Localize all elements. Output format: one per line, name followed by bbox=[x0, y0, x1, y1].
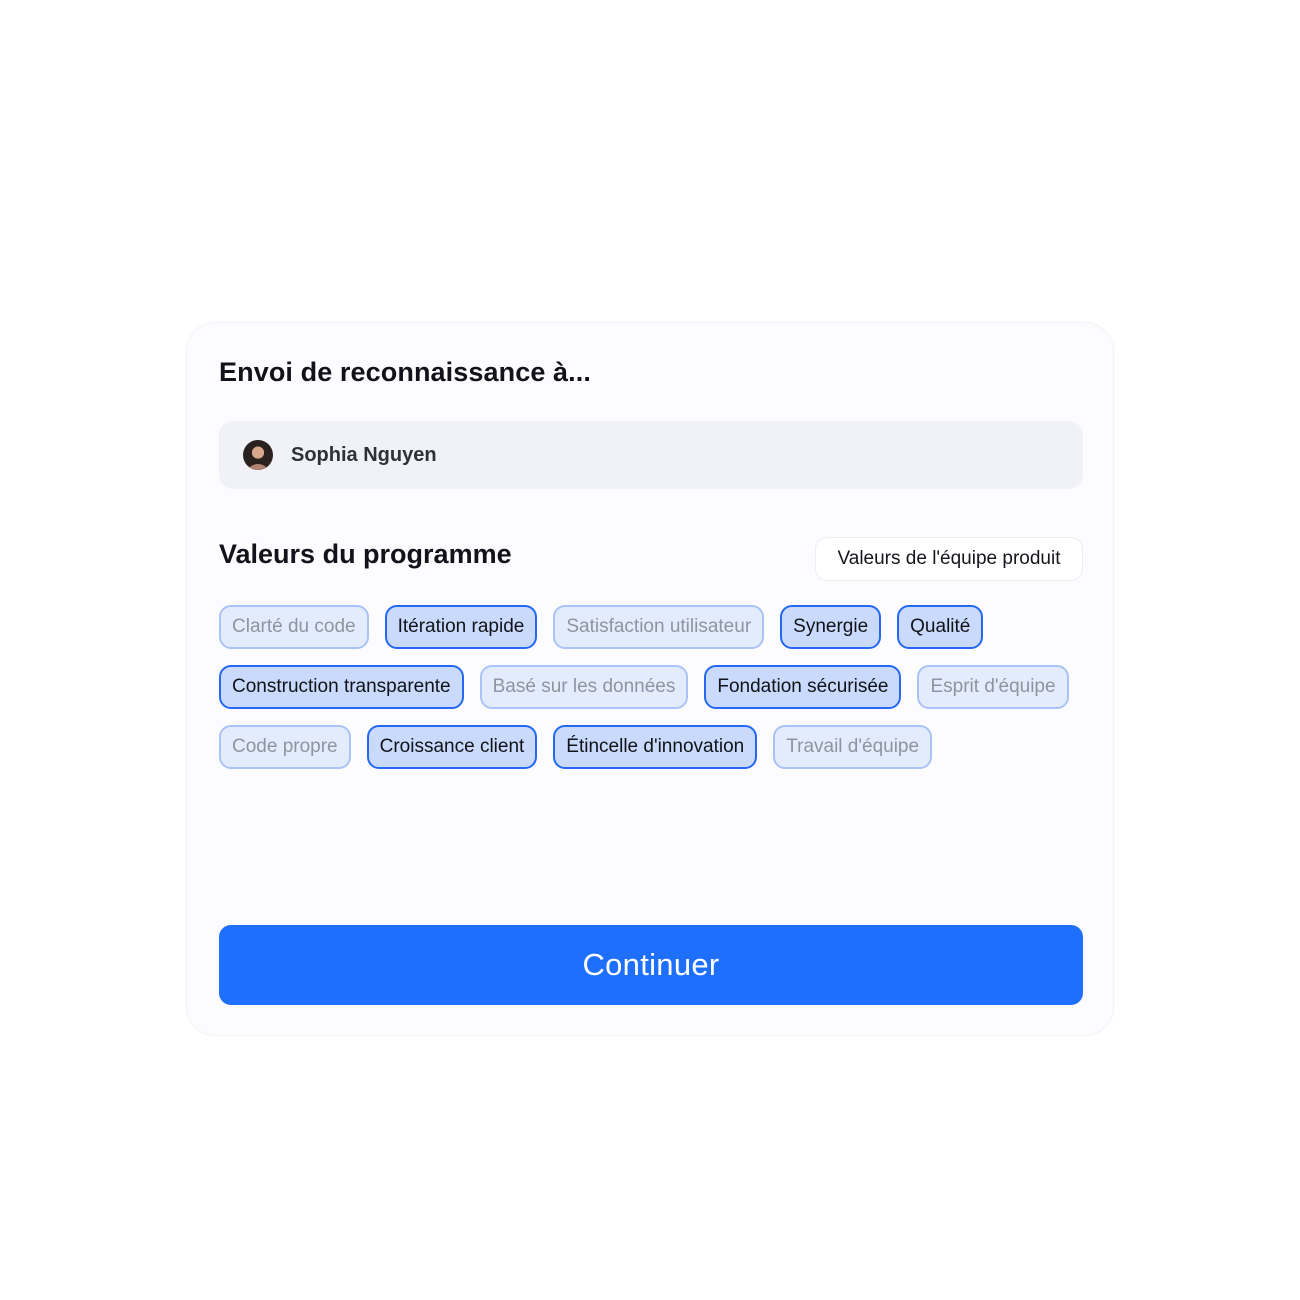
recipient-field[interactable]: Sophia Nguyen bbox=[219, 421, 1083, 489]
value-chip[interactable]: Travail d'équipe bbox=[773, 725, 933, 769]
value-chip[interactable]: Code propre bbox=[219, 725, 351, 769]
value-chip[interactable]: Construction transparente bbox=[219, 665, 464, 709]
continue-button[interactable]: Continuer bbox=[219, 925, 1083, 1005]
avatar bbox=[243, 440, 273, 470]
team-values-button[interactable]: Valeurs de l'équipe produit bbox=[815, 537, 1083, 581]
value-chip[interactable]: Itération rapide bbox=[384, 605, 538, 649]
value-chip[interactable]: Basé sur les données bbox=[479, 665, 689, 709]
value-chip[interactable]: Qualité bbox=[897, 605, 984, 649]
page-title: Envoi de reconnaissance à... bbox=[219, 357, 591, 387]
value-chip[interactable]: Satisfaction utilisateur bbox=[553, 605, 765, 649]
recognition-card: Envoi de reconnaissance à... Sophia Nguy… bbox=[186, 322, 1114, 1036]
values-section-title: Valeurs du programme bbox=[219, 539, 512, 569]
value-chip[interactable]: Esprit d'équipe bbox=[917, 665, 1069, 709]
value-chip[interactable]: Étincelle d'innovation bbox=[553, 725, 758, 769]
recipient-name: Sophia Nguyen bbox=[291, 443, 437, 466]
value-chip[interactable]: Fondation sécurisée bbox=[704, 665, 902, 709]
value-chip[interactable]: Clarté du code bbox=[219, 605, 369, 649]
value-chip[interactable]: Croissance client bbox=[366, 725, 538, 769]
value-chip-list: Clarté du code Itération rapide Satisfacti… bbox=[219, 605, 1083, 769]
value-chip[interactable]: Synergie bbox=[780, 605, 882, 649]
